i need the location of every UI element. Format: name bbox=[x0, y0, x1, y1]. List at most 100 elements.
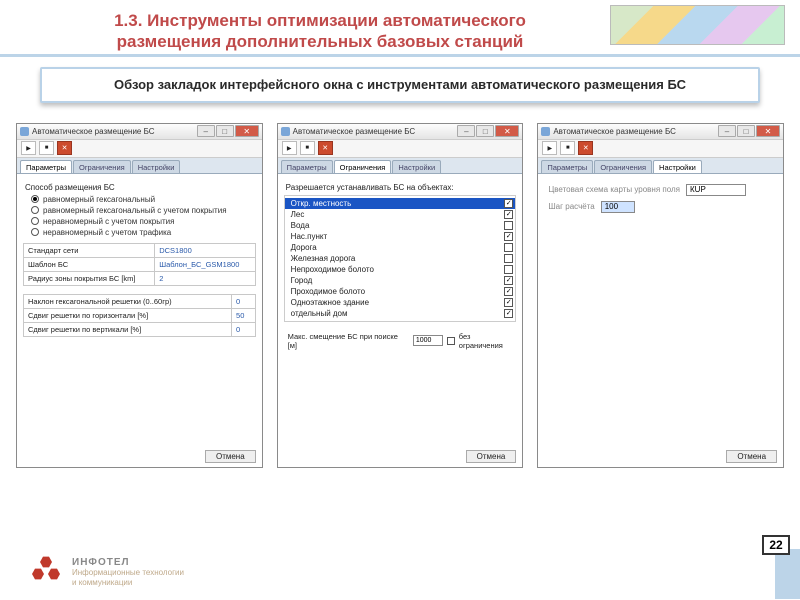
object-check-row[interactable]: Нас.пункт bbox=[285, 231, 516, 242]
brand-tagline1: Информационные технологии bbox=[72, 568, 184, 578]
cancel-button[interactable]: Отмена bbox=[205, 450, 256, 463]
brand: ИНФОТЕЛ Информационные технологии и комм… bbox=[30, 556, 184, 588]
object-check-row[interactable]: Город bbox=[285, 275, 516, 286]
radio-icon bbox=[31, 195, 39, 203]
subtitle-bar: Обзор закладок интерфейсного окна с инст… bbox=[40, 67, 760, 103]
clear-button[interactable] bbox=[57, 141, 72, 155]
app-icon bbox=[20, 127, 29, 136]
checkbox-icon[interactable] bbox=[504, 199, 513, 208]
checkbox-icon[interactable] bbox=[504, 276, 513, 285]
tab-constraints[interactable]: Ограничения bbox=[73, 160, 131, 173]
run-button[interactable] bbox=[282, 141, 297, 155]
tab-params[interactable]: Параметры bbox=[541, 160, 593, 173]
allow-objects-label: Разрешается устанавливать БС на объектах… bbox=[286, 183, 517, 192]
checkbox-icon[interactable] bbox=[504, 243, 513, 252]
maximize-button[interactable]: □ bbox=[476, 125, 494, 137]
maximize-button[interactable]: □ bbox=[737, 125, 755, 137]
param-row: Наклон гексагональной решетки (0..60гр)0 bbox=[24, 294, 256, 308]
tab-constraints[interactable]: Ограничения bbox=[334, 160, 392, 173]
maximize-button[interactable]: □ bbox=[216, 125, 234, 137]
offset-input[interactable] bbox=[413, 335, 443, 346]
object-label: Непроходимое болото bbox=[291, 265, 374, 274]
unlimited-label: без ограничения bbox=[459, 332, 517, 350]
close-button[interactable]: ✕ bbox=[235, 125, 259, 137]
cancel-button[interactable]: Отмена bbox=[466, 450, 517, 463]
object-check-row[interactable]: Дорога bbox=[285, 242, 516, 253]
param-value[interactable]: 0 bbox=[232, 294, 256, 308]
param-value[interactable]: 2 bbox=[155, 271, 255, 285]
tab-settings[interactable]: Настройки bbox=[392, 160, 441, 173]
minimize-button[interactable]: – bbox=[718, 125, 736, 137]
checkbox-icon[interactable] bbox=[504, 232, 513, 241]
object-label: Железная дорога bbox=[291, 254, 356, 263]
object-check-row[interactable]: Непроходимое болото bbox=[285, 264, 516, 275]
clear-button[interactable] bbox=[578, 141, 593, 155]
titlebar: Автоматическое размещение БС – □ ✕ bbox=[538, 124, 783, 140]
object-check-row[interactable]: Откр. местность bbox=[285, 198, 516, 209]
object-check-row[interactable]: отдельный дом bbox=[285, 308, 516, 319]
checkbox-icon[interactable] bbox=[504, 287, 513, 296]
checkbox-icon[interactable] bbox=[504, 210, 513, 219]
run-button[interactable] bbox=[542, 141, 557, 155]
radio-label: неравномерный с учетом трафика bbox=[43, 228, 171, 237]
tab-settings[interactable]: Настройки bbox=[653, 160, 702, 173]
placement-radio[interactable]: равномерный гексагональный с учетом покр… bbox=[31, 206, 256, 215]
object-check-row[interactable]: Лес bbox=[285, 209, 516, 220]
tabs: Параметры Ограничения Настройки bbox=[538, 158, 783, 174]
clear-button[interactable] bbox=[318, 141, 333, 155]
offset-label: Макс. смещение БС при поиске [м] bbox=[288, 332, 409, 350]
titlebar: Автоматическое размещение БС – □ ✕ bbox=[17, 124, 262, 140]
param-value[interactable]: 50 bbox=[232, 308, 256, 322]
minimize-button[interactable]: – bbox=[197, 125, 215, 137]
params-table-bot: Наклон гексагональной решетки (0..60гр)0… bbox=[23, 294, 256, 337]
tab-constraints[interactable]: Ограничения bbox=[594, 160, 652, 173]
object-check-row[interactable]: Железная дорога bbox=[285, 253, 516, 264]
close-button[interactable]: ✕ bbox=[756, 125, 780, 137]
checkbox-icon[interactable] bbox=[504, 298, 513, 307]
param-value[interactable]: DCS1800 bbox=[155, 243, 255, 257]
tab-params[interactable]: Параметры bbox=[20, 160, 72, 173]
placement-radio[interactable]: неравномерный с учетом трафика bbox=[31, 228, 256, 237]
placement-radio[interactable]: равномерный гексагональный bbox=[31, 195, 256, 204]
checkbox-icon[interactable] bbox=[504, 265, 513, 274]
radio-label: равномерный гексагональный с учетом покр… bbox=[43, 206, 227, 215]
setting-input[interactable] bbox=[601, 201, 635, 213]
param-key: Сдвиг решетки по горизонтали [%] bbox=[24, 308, 232, 322]
object-check-row[interactable]: Проходимое болото bbox=[285, 286, 516, 297]
stop-button[interactable] bbox=[39, 141, 54, 155]
object-label: отдельный дом bbox=[291, 309, 348, 318]
param-value[interactable]: Шаблон_БС_GSM1800 bbox=[155, 257, 255, 271]
object-label: Проходимое болото bbox=[291, 287, 365, 296]
run-button[interactable] bbox=[21, 141, 36, 155]
checkbox-icon[interactable] bbox=[504, 309, 513, 318]
placement-radio[interactable]: неравномерный с учетом покрытия bbox=[31, 217, 256, 226]
tab-params[interactable]: Параметры bbox=[281, 160, 333, 173]
tabs: Параметры Ограничения Настройки bbox=[278, 158, 523, 174]
param-value[interactable]: 0 bbox=[232, 322, 256, 336]
app-icon bbox=[541, 127, 550, 136]
checkbox-icon[interactable] bbox=[504, 254, 513, 263]
object-check-row[interactable]: Одноэтажное здание bbox=[285, 297, 516, 308]
window-title: Автоматическое размещение БС bbox=[32, 127, 155, 136]
object-check-row[interactable]: Вода bbox=[285, 220, 516, 231]
setting-label: Цветовая схема карты уровня поля bbox=[548, 185, 680, 194]
setting-label: Шаг расчёта bbox=[548, 202, 594, 211]
stop-button[interactable] bbox=[560, 141, 575, 155]
unlimited-checkbox[interactable] bbox=[447, 337, 455, 345]
minimize-button[interactable]: – bbox=[457, 125, 475, 137]
cancel-button[interactable]: Отмена bbox=[726, 450, 777, 463]
stop-button[interactable] bbox=[300, 141, 315, 155]
slide-title: 1.3. Инструменты оптимизации автоматичес… bbox=[60, 10, 580, 53]
params-table-top: Стандарт сетиDCS1800Шаблон БСШаблон_БС_G… bbox=[23, 243, 256, 286]
window-constraints: Автоматическое размещение БС – □ ✕ Парам… bbox=[277, 123, 524, 468]
checkbox-icon[interactable] bbox=[504, 221, 513, 230]
radio-icon bbox=[31, 206, 39, 214]
close-button[interactable]: ✕ bbox=[495, 125, 519, 137]
tabs: Параметры Ограничения Настройки bbox=[17, 158, 262, 174]
toolbar bbox=[538, 140, 783, 158]
setting-input[interactable] bbox=[686, 184, 746, 196]
tab-settings[interactable]: Настройки bbox=[132, 160, 181, 173]
object-label: Город bbox=[291, 276, 313, 285]
page-number: 22 bbox=[762, 535, 790, 555]
toolbar bbox=[278, 140, 523, 158]
